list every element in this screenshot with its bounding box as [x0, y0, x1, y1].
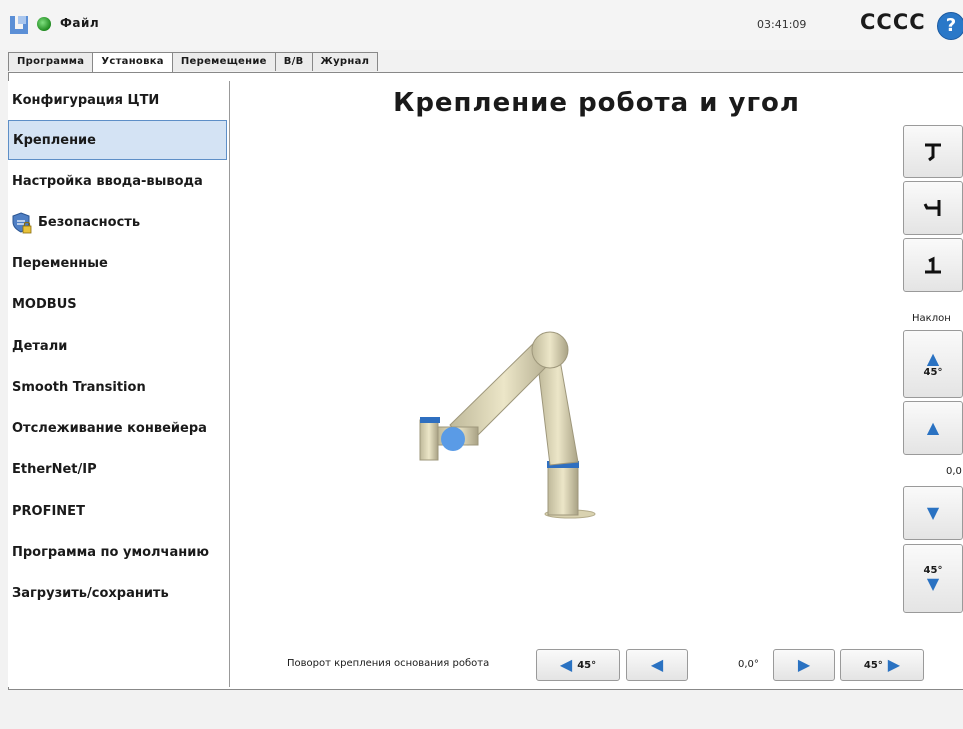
arrow-up-icon: ▲: [926, 418, 940, 437]
robot-3d-view[interactable]: [410, 325, 610, 525]
tab-move[interactable]: Перемещение: [171, 52, 276, 71]
tilt-label: Наклон: [912, 313, 951, 324]
mount-floor-icon: [925, 143, 941, 161]
tilt-up-button[interactable]: ▲: [903, 401, 963, 455]
mount-ceiling-button[interactable]: [903, 238, 963, 292]
arrow-down-icon: ▼: [926, 574, 940, 593]
shield-lock-icon: [12, 211, 32, 233]
arrow-down-icon: ▼: [926, 503, 940, 522]
rotate-right-45-label: 45°: [863, 659, 883, 671]
rotate-right-45-button[interactable]: 45° ▶: [840, 649, 924, 681]
arrow-right-icon: ▶: [887, 655, 901, 674]
mount-wall-button[interactable]: [903, 181, 963, 235]
sidebar-item-mounting[interactable]: Крепление: [8, 120, 227, 160]
sidebar-item-variables[interactable]: Переменные: [8, 244, 227, 284]
robot-status-indicator: [37, 17, 51, 31]
mount-wall-icon: [923, 200, 941, 216]
clock: 03:41:09: [757, 18, 807, 31]
mount-ceiling-icon: [925, 256, 941, 274]
sidebar-item-conveyor-tracking[interactable]: Отслеживание конвейера: [8, 409, 227, 449]
sidebar-item-io-setup[interactable]: Настройка ввода-вывода: [8, 162, 227, 202]
sidebar-item-profinet[interactable]: PROFINET: [8, 492, 227, 532]
ur-logo-icon: [10, 16, 28, 34]
sidebar-item-safety[interactable]: Безопасность: [8, 203, 227, 243]
top-bar: Файл 03:41:09 CCCC ?: [0, 0, 963, 50]
arrow-left-icon: ◀: [650, 655, 664, 674]
rotation-value: 0,0°: [738, 659, 759, 670]
help-icon[interactable]: ?: [937, 12, 963, 40]
rotate-right-button[interactable]: ▶: [773, 649, 835, 681]
tab-installation[interactable]: Установка: [92, 52, 173, 73]
sidebar-item-modbus[interactable]: MODBUS: [8, 285, 227, 325]
tilt-up-45-label: 45°: [923, 366, 943, 378]
rotate-left-button[interactable]: ◀: [626, 649, 688, 681]
rotate-left-45-label: 45°: [577, 659, 597, 671]
sidebar-item-load-save[interactable]: Загрузить/сохранить: [8, 574, 227, 614]
tilt-up-45-button[interactable]: ▲ 45°: [903, 330, 963, 398]
main-tabs: Программа Установка Перемещение В/В Журн…: [8, 52, 379, 73]
tab-io[interactable]: В/В: [274, 52, 313, 71]
file-menu[interactable]: Файл: [60, 16, 99, 30]
tilt-down-button[interactable]: ▼: [903, 486, 963, 540]
installation-sidebar: Конфигурация ЦТИ Крепление Настройка вво…: [8, 81, 230, 687]
robot-name: CCCC: [860, 10, 926, 34]
page-title: Крепление робота и угол: [393, 88, 800, 118]
arrow-up-icon: ▲: [926, 348, 940, 368]
tilt-down-45-button[interactable]: 45° ▼: [903, 544, 963, 613]
mount-floor-button[interactable]: [903, 125, 963, 178]
sidebar-item-safety-label: Безопасность: [38, 215, 141, 230]
rotation-label: Поворот крепления основания робота: [287, 658, 490, 669]
sidebar-item-tcp-config[interactable]: Конфигурация ЦТИ: [8, 81, 227, 121]
sidebar-item-smooth-transition[interactable]: Smooth Transition: [8, 368, 227, 408]
sidebar-item-ethernet-ip[interactable]: EtherNet/IP: [8, 450, 227, 490]
tab-log[interactable]: Журнал: [311, 52, 379, 71]
sidebar-item-default-program[interactable]: Программа по умолчанию: [8, 533, 227, 573]
sidebar-item-features[interactable]: Детали: [8, 327, 227, 367]
rotate-left-45-button[interactable]: ◀ 45°: [536, 649, 620, 681]
arrow-left-icon: ◀: [559, 655, 573, 674]
tab-program[interactable]: Программа: [8, 52, 94, 71]
tilt-value: 0,0: [946, 466, 962, 477]
arrow-right-icon: ▶: [797, 655, 811, 674]
